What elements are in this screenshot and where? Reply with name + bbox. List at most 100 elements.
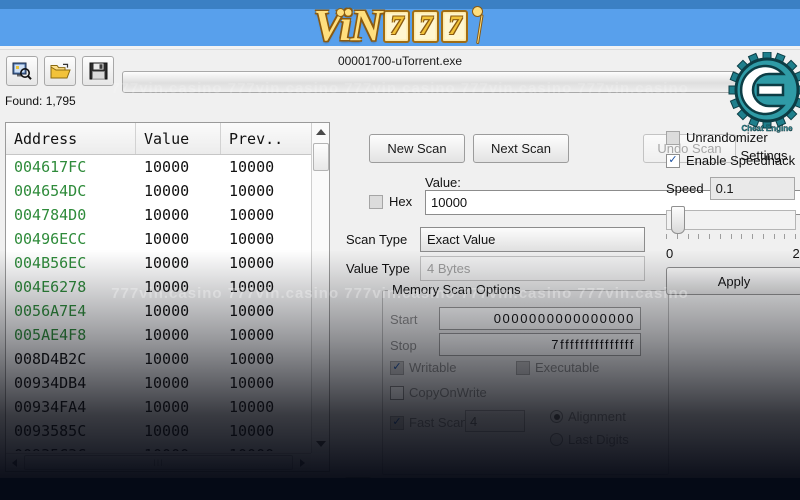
results-vertical-scrollbar[interactable]	[311, 123, 329, 453]
unrandomizer-checkbox[interactable]	[666, 130, 680, 145]
scroll-down-button[interactable]	[312, 435, 329, 453]
logo-dot-icon	[335, 8, 345, 17]
scan-type-dropdown[interactable]: Exact Value	[420, 227, 645, 252]
vertical-scroll-thumb[interactable]	[313, 143, 329, 171]
table-row[interactable]: 00935C3C 10000 10000	[6, 443, 313, 451]
cell-value: 10000	[144, 158, 190, 176]
cell-prev: 10000	[229, 302, 275, 320]
table-row[interactable]: 004E6278 10000 10000	[6, 275, 313, 299]
cell-value: 10000	[144, 254, 190, 272]
apply-speed-button[interactable]: Apply	[666, 267, 800, 295]
writable-checkbox-row[interactable]: ✓ Writable	[390, 360, 456, 375]
lastdigits-radio[interactable]	[550, 433, 563, 446]
fastscan-label: Fast Scan	[409, 415, 468, 430]
memory-scan-options-title: Memory Scan Options	[388, 282, 525, 297]
lastdigits-label: Last Digits	[568, 432, 629, 447]
table-header-row: Address Value Prev..	[6, 123, 329, 155]
cell-prev: 10000	[229, 230, 275, 248]
cell-value: 10000	[144, 398, 190, 416]
table-row[interactable]: 004617FC 10000 10000	[6, 155, 313, 179]
fastscan-checkbox-row[interactable]: ✓ Fast Scan	[390, 415, 468, 430]
results-horizontal-scrollbar[interactable]: III	[6, 453, 311, 471]
start-address-input[interactable]: 0000000000000000	[439, 307, 641, 330]
unrandomizer-checkbox-row[interactable]: Unrandomizer	[666, 130, 768, 145]
executable-checkbox-row[interactable]: Executable	[516, 360, 599, 375]
horizontal-scroll-thumb[interactable]: III	[24, 455, 293, 470]
alignment-radio[interactable]	[550, 410, 563, 423]
cell-address: 004784D0	[14, 206, 87, 224]
speed-slider-track[interactable]	[666, 210, 796, 230]
logo-wordmark: ViN	[313, 1, 383, 50]
chevron-left-icon	[12, 458, 17, 467]
table-row[interactable]: 0056A7E4 10000 10000	[6, 299, 313, 323]
chevron-right-icon	[300, 458, 305, 467]
table-row[interactable]: 004784D0 10000 10000	[6, 203, 313, 227]
promo-banner: ViN 7 7 7	[0, 0, 800, 48]
process-select-icon	[12, 62, 32, 80]
table-row[interactable]: 00934FA4 10000 10000	[6, 395, 313, 419]
table-row[interactable]: 005AE4F8 10000 10000	[6, 323, 313, 347]
scroll-up-button[interactable]	[312, 123, 329, 141]
process-title: 00001700-uTorrent.exe	[337, 54, 463, 68]
writable-checkbox[interactable]: ✓	[390, 360, 404, 375]
fastscan-checkbox[interactable]: ✓	[390, 415, 404, 430]
save-disk-icon	[89, 62, 107, 80]
speed-value-input[interactable]: 0.1	[709, 177, 795, 200]
vin777-logo: ViN 7 7 7	[0, 2, 800, 50]
scroll-right-button[interactable]	[294, 454, 311, 471]
writable-label: Writable	[409, 360, 457, 375]
cell-address: 004654DC	[14, 182, 87, 200]
cell-prev: 10000	[229, 422, 275, 440]
speed-slider-max-label: 20	[792, 246, 800, 261]
table-row[interactable]: 004654DC 10000 10000	[6, 179, 313, 203]
cell-address: 00934FA4	[14, 398, 87, 416]
unrandomizer-label: Unrandomizer	[686, 130, 768, 145]
cell-value: 10000	[144, 302, 190, 320]
cell-prev: 10000	[229, 398, 275, 416]
cell-value: 10000	[144, 182, 190, 200]
cell-value: 10000	[144, 326, 190, 344]
stop-address-input[interactable]: 7fffffffffffffff	[439, 333, 641, 356]
table-row[interactable]: 00496ECC 10000 10000	[6, 227, 313, 251]
cell-address: 00934DB4	[14, 374, 87, 392]
speedhack-panel: Unrandomizer ✓ Enable Speedhack Speed 0.…	[658, 122, 800, 500]
column-header-value[interactable]: Value	[136, 123, 221, 154]
column-header-prev[interactable]: Prev..	[221, 123, 313, 154]
speed-label: Speed	[666, 181, 704, 196]
copyonwrite-checkbox[interactable]	[390, 385, 404, 400]
value-type-dropdown[interactable]: 4 Bytes	[420, 256, 645, 281]
copyonwrite-checkbox-row[interactable]: CopyOnWrite	[390, 385, 487, 400]
table-row[interactable]: 0093585C 10000 10000	[6, 419, 313, 443]
next-scan-button[interactable]: Next Scan	[473, 134, 569, 163]
hex-checkbox[interactable]	[369, 194, 383, 209]
speed-slider-thumb[interactable]	[671, 206, 685, 234]
save-file-button[interactable]	[82, 56, 114, 86]
table-row[interactable]: 008D4B2C 10000 10000	[6, 347, 313, 371]
scan-results-table[interactable]: Address Value Prev.. 004617FC 10000 1000…	[5, 122, 330, 472]
alignment-radio-row[interactable]: Alignment	[550, 409, 626, 424]
value-type-label: Value Type	[346, 261, 410, 276]
column-header-address[interactable]: Address	[6, 123, 136, 154]
scan-type-row: Scan Type Exact Value	[346, 227, 645, 252]
executable-checkbox[interactable]	[516, 360, 530, 375]
lastdigits-radio-row[interactable]: Last Digits	[550, 432, 629, 447]
cell-prev: 10000	[229, 182, 275, 200]
cell-address: 00496ECC	[14, 230, 87, 248]
scroll-left-button[interactable]	[6, 454, 23, 471]
bottom-bar	[0, 478, 800, 500]
enable-speedhack-checkbox-row[interactable]: ✓ Enable Speedhack	[666, 153, 795, 168]
cell-prev: 10000	[229, 350, 275, 368]
open-file-button[interactable]	[44, 56, 76, 86]
fastscan-value-input[interactable]: 4	[465, 410, 525, 432]
table-row[interactable]: 004B56EC 10000 10000	[6, 251, 313, 275]
hex-checkbox-row[interactable]: Hex	[369, 194, 412, 209]
logo-slot-reels: 7 7 7	[383, 9, 469, 43]
alignment-label: Alignment	[568, 409, 626, 424]
cell-address: 0056A7E4	[14, 302, 87, 320]
process-select-button[interactable]	[6, 56, 38, 86]
chevron-down-icon	[316, 441, 326, 447]
table-row[interactable]: 00934DB4 10000 10000	[6, 371, 313, 395]
new-scan-button[interactable]: New Scan	[369, 134, 465, 163]
enable-speedhack-checkbox[interactable]: ✓	[666, 153, 680, 168]
cell-address: 008D4B2C	[14, 350, 87, 368]
